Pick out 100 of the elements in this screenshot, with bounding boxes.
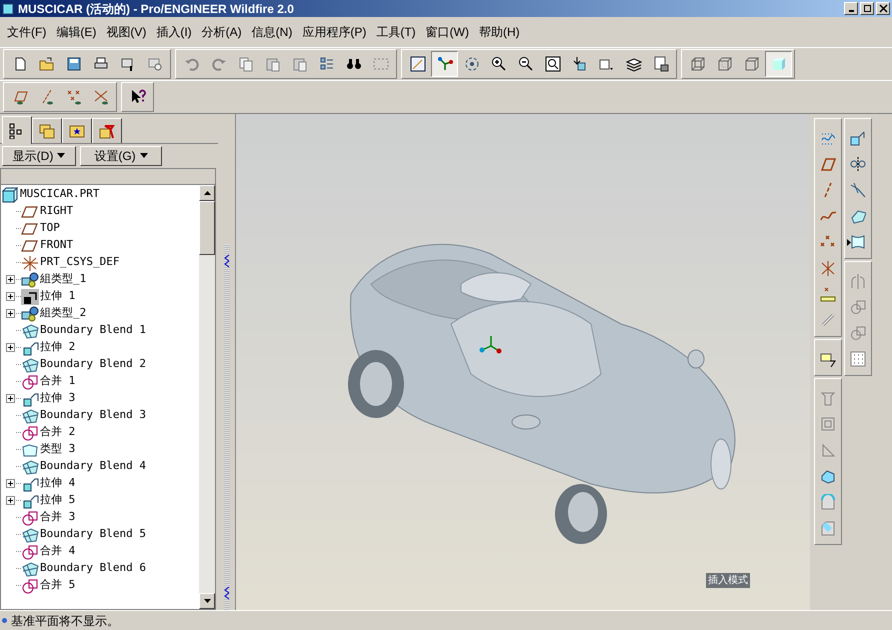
hole-icon <box>820 390 836 406</box>
message-bullet-icon <box>2 618 7 623</box>
expand-icon[interactable] <box>6 309 14 318</box>
menu-item[interactable]: 应用程序(P) <box>297 23 372 41</box>
shading-button[interactable] <box>765 51 792 77</box>
surface-icon <box>21 442 39 458</box>
close-button[interactable] <box>876 2 890 15</box>
tree-item[interactable]: Boundary Blend 1 <box>40 322 146 339</box>
panel-tab[interactable] <box>32 118 62 143</box>
regenerate-icon <box>318 56 334 72</box>
csys-toggle-button[interactable] <box>431 51 458 77</box>
tree-item[interactable]: 拉伸 1 <box>40 288 76 305</box>
close-icon <box>878 4 888 13</box>
point-display-icon <box>66 89 82 105</box>
tree-item[interactable]: 合并 2 <box>40 424 76 441</box>
menu-item[interactable]: 文件(F) <box>2 23 52 41</box>
trim-icon <box>850 325 866 341</box>
menu-item[interactable]: 工具(T) <box>371 23 421 41</box>
down-arrow-icon <box>204 599 210 603</box>
tree-item[interactable]: 合并 1 <box>40 373 76 390</box>
extrude-icon <box>21 390 39 406</box>
tree-item[interactable]: 合并 3 <box>40 509 76 526</box>
star-folder-icon <box>69 123 85 139</box>
app-icon <box>2 2 14 14</box>
tree-item[interactable]: Boundary Blend 3 <box>40 407 146 424</box>
expand-icon[interactable] <box>6 292 14 301</box>
blend-surface-icon <box>850 208 866 224</box>
chain-link-icon <box>820 312 836 328</box>
csys-icon <box>21 254 39 270</box>
boundary-blend-icon <box>21 526 39 542</box>
boundary-blend-icon <box>21 356 39 372</box>
binoculars-icon <box>346 56 362 72</box>
expand-icon[interactable] <box>6 496 14 505</box>
scroll-thumb[interactable] <box>199 201 215 255</box>
tree-item[interactable]: 合并 5 <box>40 577 76 594</box>
tree-item[interactable]: PRT_CSYS_DEF <box>40 254 120 271</box>
chamfer-icon <box>820 520 836 536</box>
tree-item[interactable]: Boundary Blend 6 <box>40 560 146 577</box>
expand-icon[interactable] <box>6 479 14 488</box>
draft-icon <box>820 442 836 458</box>
wireframe-cube-icon <box>690 56 706 72</box>
dropdown-button[interactable]: 设置(G) <box>80 146 162 166</box>
group-icon <box>21 272 39 288</box>
menu-item[interactable]: 信息(N) <box>246 23 298 41</box>
undo-arrow-icon <box>184 56 200 72</box>
part-icon <box>1 186 19 202</box>
extrude-icon <box>21 340 39 356</box>
tree-item[interactable]: RIGHT <box>40 203 74 220</box>
dropdown-button[interactable]: 显示(D) <box>2 146 76 166</box>
caret-icon <box>140 153 148 158</box>
expand-icon[interactable] <box>6 275 14 284</box>
eraser-icon <box>146 56 162 72</box>
tree-item[interactable]: Boundary Blend 5 <box>40 526 146 543</box>
shaded-cube-icon <box>770 56 786 72</box>
tree-item[interactable]: Boundary Blend 4 <box>40 458 146 475</box>
tree-item[interactable]: 拉伸 3 <box>40 390 76 407</box>
datum-plane-icon <box>410 56 426 72</box>
boundary-blend-icon <box>21 322 39 338</box>
minimize-button[interactable] <box>844 2 858 15</box>
tree-item[interactable]: TOP <box>40 220 60 237</box>
tree-item[interactable]: 类型 3 <box>40 441 76 458</box>
tree-item[interactable]: FRONT <box>40 237 74 254</box>
tree-item[interactable]: 拉伸 4 <box>40 475 76 492</box>
tree-item[interactable]: 組类型_1 <box>40 271 86 288</box>
coordinate-system-icon <box>436 56 452 72</box>
reorient-icon <box>572 56 588 72</box>
clipboard-icon <box>292 56 308 72</box>
tree-item[interactable]: 拉伸 2 <box>40 339 76 356</box>
tree-item[interactable]: 組类型_2 <box>40 305 86 322</box>
expand-icon[interactable] <box>6 343 14 352</box>
expand-icon[interactable] <box>6 394 14 403</box>
menu-item[interactable]: 编辑(E) <box>51 23 102 41</box>
panel-tab[interactable] <box>92 118 122 143</box>
maximize-icon <box>862 4 872 13</box>
panel-tab[interactable] <box>62 118 92 143</box>
tree-item[interactable]: MUSCICAR.PRT <box>20 186 100 203</box>
extrude-icon <box>21 492 39 508</box>
maximize-button[interactable] <box>860 2 874 15</box>
csys-display-icon <box>92 89 108 105</box>
menu-item[interactable]: 视图(V) <box>101 23 152 41</box>
mode-label: 插入模式 <box>706 573 750 588</box>
boundary-blend-icon <box>21 458 39 474</box>
plane-icon <box>21 238 39 254</box>
menu-item[interactable]: 插入(I) <box>151 23 197 41</box>
plane-icon <box>21 204 39 220</box>
tree-item[interactable]: Boundary Blend 2 <box>40 356 146 373</box>
tree-item[interactable]: 合并 4 <box>40 543 76 560</box>
graphics-window[interactable]: 插入模式 <box>235 114 810 610</box>
note-icon <box>820 351 836 367</box>
plane-display-icon <box>12 89 28 105</box>
tree-item[interactable]: 拉伸 5 <box>40 492 76 509</box>
panel-tab[interactable] <box>2 116 32 144</box>
clipboard-icon <box>264 56 280 72</box>
redo-arrow-icon <box>210 56 226 72</box>
menu-item[interactable]: 分析(A) <box>196 23 247 41</box>
menu-item[interactable]: 窗口(W) <box>420 23 474 41</box>
status-message: 基准平面将不显示。 <box>11 612 119 630</box>
menu-item[interactable]: 帮助(H) <box>474 23 525 41</box>
extrude-icon <box>21 476 39 492</box>
window-close-icon <box>120 56 136 72</box>
